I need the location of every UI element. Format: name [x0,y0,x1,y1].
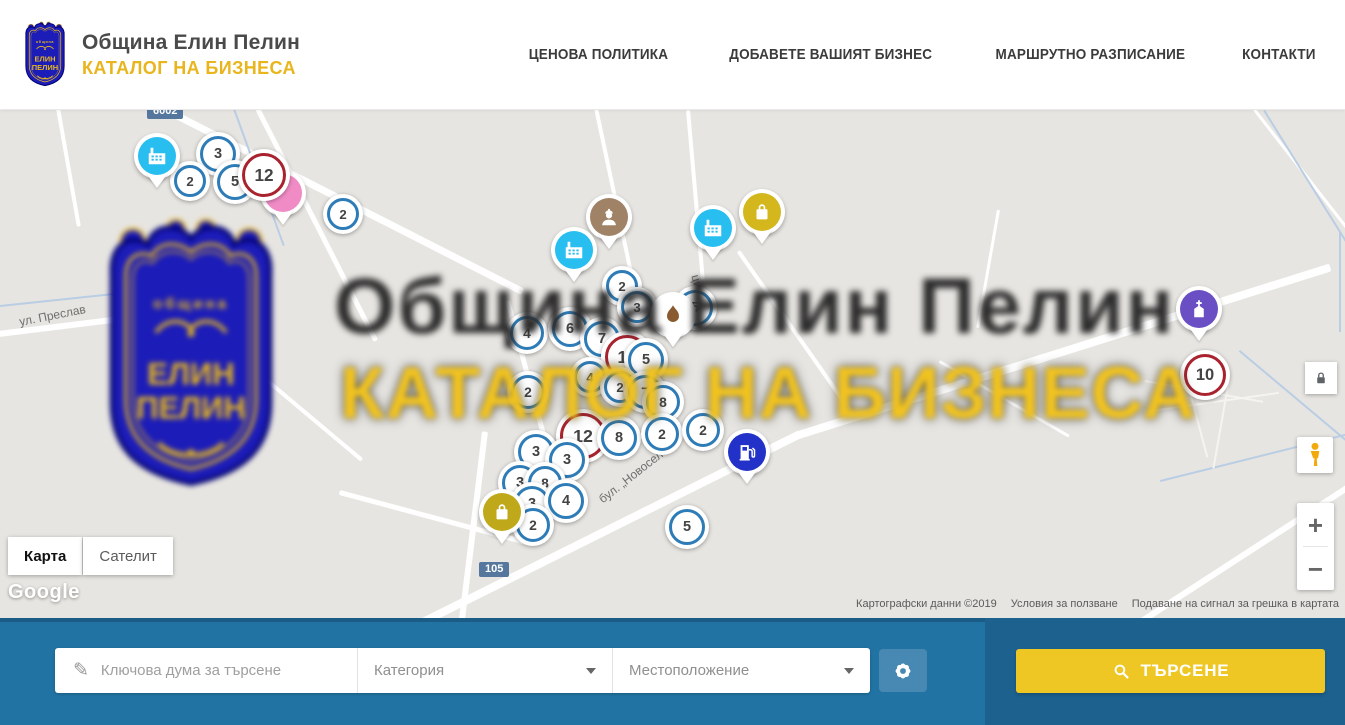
pin-category-icon [590,198,628,236]
attribution-link[interactable]: Картографски данни ©2019 [856,598,997,610]
search-bar: ✎ Категория Местоположение ТЪРСЕНЕ [0,618,1345,725]
nav-item[interactable]: МАРШРУТНО РАЗПИСАНИЕ [996,46,1186,63]
cluster-count: 2 [524,384,532,400]
pin-category-icon [743,193,781,231]
search-icon [1112,662,1131,681]
map-pin-marker[interactable] [739,189,785,235]
chevron-down-icon [844,668,854,674]
map-pin-marker[interactable] [551,227,597,273]
pin-category-icon [728,433,766,471]
zoom-control: + − [1297,503,1334,590]
cluster-count: 5 [683,519,691,535]
search-button-label: ТЪРСЕНЕ [1141,661,1230,681]
map-pin-marker[interactable] [690,205,736,251]
map-cluster-marker[interactable]: 2 [323,194,363,234]
gear-icon [890,658,916,684]
map-pin-marker[interactable] [479,489,525,535]
pin-category-icon [1180,290,1218,328]
map-cluster-marker[interactable]: 12 [238,149,290,201]
road-badge: 6002 [147,110,183,119]
map-cluster-marker[interactable]: 10 [1180,350,1230,400]
cluster-count: 6 [566,321,574,337]
nav-item[interactable]: ДОБАВЕТЕ ВАШИЯТ БИЗНЕС [729,46,932,63]
map-type-control: Карта Сателит [8,537,173,575]
cluster-count: 12 [254,165,273,186]
map-cluster-marker[interactable]: 2 [641,413,683,455]
nav-item[interactable]: ЦЕНОВА ПОЛИТИКА [529,46,668,63]
search-box: ✎ Категория Местоположение [55,648,870,693]
keyword-field[interactable]: ✎ [55,648,357,693]
map-cluster-marker[interactable]: 2 [682,409,724,451]
cluster-count: 2 [529,517,537,533]
category-dropdown[interactable]: Категория [357,648,612,693]
map-pin-marker[interactable] [1176,286,1222,332]
map-pin-marker[interactable] [586,194,632,240]
cluster-count: 2 [186,174,193,189]
map-cluster-marker[interactable]: 4 [506,312,548,354]
site-logo[interactable]: Община Елин Пелин КАТАЛОГ НА БИЗНЕСА [22,20,300,89]
cluster-count: 8 [615,430,623,446]
main-nav: ЦЕНОВА ПОЛИТИКА ДОБАВЕТЕ ВАШИЯТ БИЗНЕС МАР… [521,0,1320,109]
cluster-count: 3 [563,452,571,468]
category-label: Категория [374,662,444,679]
pin-category-icon [483,493,521,531]
google-logo: Google [8,581,80,604]
markers-layer: 32512223546713542782128223338342510 [0,110,1345,618]
chevron-down-icon [586,668,596,674]
pin-category-icon [694,209,732,247]
site-subtitle: КАТАЛОГ НА БИЗНЕСА [82,58,300,79]
road-badge: 105 [479,562,509,577]
map-type-map-button[interactable]: Карта [8,537,82,575]
cluster-count: 2 [616,380,623,395]
pegman-icon [1301,441,1329,469]
cluster-count: 4 [523,325,531,341]
lock-button[interactable] [1305,362,1337,394]
zoom-in-button[interactable]: + [1297,503,1334,546]
municipality-crest-icon [22,20,68,89]
map-attribution: Картографски данни ©2019 Условия за ползв… [856,598,1339,610]
keyword-input[interactable] [101,662,357,679]
cluster-count: 2 [339,207,346,222]
nav-item[interactable]: КОНТАКТИ [1242,46,1316,63]
map-cluster-marker[interactable]: 5 [665,505,709,549]
map-pin-marker[interactable] [650,292,696,338]
cluster-count: 2 [699,422,707,438]
cluster-count: 3 [214,146,222,162]
attribution-link[interactable]: Условия за ползване [1011,598,1118,610]
street-view-pegman-button[interactable] [1297,437,1333,473]
search-button[interactable]: ТЪРСЕНЕ [1016,649,1325,693]
pin-category-icon [654,296,692,334]
site-header: Община Елин Пелин КАТАЛОГ НА БИЗНЕСА ЦЕН… [0,0,1345,110]
cluster-count: 10 [1196,366,1214,385]
google-map[interactable]: 6002105 ул. Преславбул. „Новоселци“ [0,110,1345,618]
cluster-count: 3 [532,444,540,460]
map-type-satellite-button[interactable]: Сателит [83,537,173,575]
pin-category-icon [555,231,593,269]
location-dropdown[interactable]: Местоположение [612,648,870,693]
cluster-count: 3 [633,300,640,315]
advanced-search-button[interactable] [879,649,927,692]
map-cluster-marker[interactable]: 8 [597,416,641,460]
attribution-link[interactable]: Подаване на сигнал за грешка в картата [1132,598,1339,610]
cluster-count: 8 [659,394,667,410]
map-pin-marker[interactable] [724,429,770,475]
map-cluster-marker[interactable]: 2 [507,371,549,413]
cluster-count: 5 [642,352,650,368]
pin-category-icon [138,137,176,175]
map-pin-marker[interactable] [134,133,180,179]
pencil-icon: ✎ [73,659,89,682]
cluster-count: 2 [658,426,666,442]
zoom-out-button[interactable]: − [1297,547,1334,590]
cluster-count: 4 [586,370,593,385]
cluster-count: 4 [562,493,570,509]
location-label: Местоположение [629,662,749,679]
site-title: Община Елин Пелин [82,31,300,55]
lock-icon [1312,369,1330,387]
